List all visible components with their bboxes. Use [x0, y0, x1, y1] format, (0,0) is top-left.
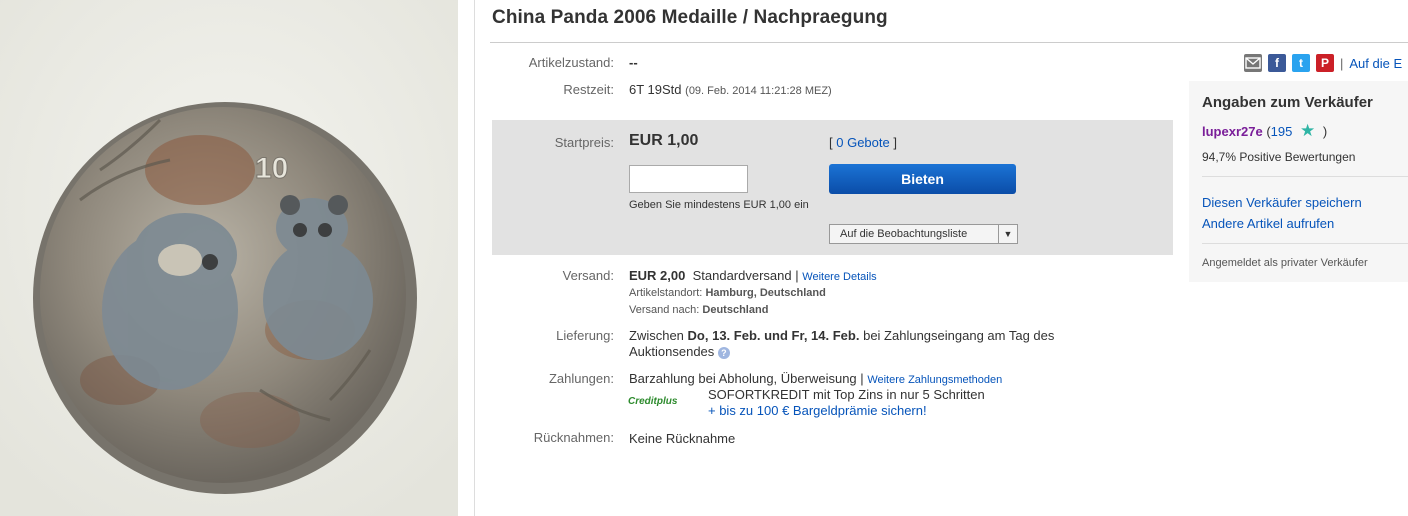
delivery-suffix: bei Zahlungseingang am Tag des [863, 328, 1055, 343]
time-label: Restzeit: [563, 82, 614, 97]
start-price: EUR 1,00 [629, 132, 699, 149]
share-bar: f t P | Auf die E [1244, 54, 1402, 72]
product-image[interactable]: 10 [0, 0, 458, 516]
delivery-prefix: Zwischen [629, 328, 684, 343]
time-end: (09. Feb. 2014 11:21:28 MEZ) [685, 85, 832, 97]
delivery-estimate: Zwischen Do, 13. Feb. und Fr, 14. Feb. b… [629, 328, 1149, 360]
email-icon[interactable] [1244, 54, 1262, 72]
watchlist-button[interactable]: Auf die Beobachtungsliste ▼ [829, 224, 1018, 244]
other-items-link[interactable]: Andere Artikel aufrufen [1202, 216, 1334, 231]
page-title: China Panda 2006 Medaille / Nachpraegung [492, 7, 888, 28]
time-left: 6T 19Std (09. Feb. 2014 11:21:28 MEZ) [629, 82, 832, 97]
save-seller-link[interactable]: Diesen Verkäufer speichern [1202, 195, 1362, 210]
seller-positive: 94,7% Positive Bewertungen [1202, 150, 1356, 164]
watchlist-label: Auf die Beobachtungsliste [840, 228, 968, 240]
ships-to: Versand nach: Deutschland [629, 304, 768, 316]
seller-info: lupexr27e (195 ★ ) [1202, 121, 1327, 141]
shipping-separator: | [795, 268, 799, 283]
bid-button[interactable]: Bieten [829, 164, 1016, 194]
credit-offer[interactable]: SOFORTKREDIT mit Top Zins in nur 5 Schri… [708, 387, 985, 419]
payment-methods: Barzahlung bei Abholung, Überweisung [629, 371, 857, 386]
shipping-details-link[interactable]: Weitere Details [802, 271, 876, 283]
item-location-label: Artikelstandort: [629, 287, 703, 299]
seller-divider-1 [1202, 176, 1408, 177]
payment-line: Barzahlung bei Abholung, Überweisung | W… [629, 371, 1002, 386]
help-icon[interactable]: ? [717, 346, 730, 359]
start-price-label: Startpreis: [554, 135, 614, 150]
credit-line1: SOFORTKREDIT mit Top Zins in nur 5 Schri… [708, 387, 985, 402]
seller-divider-2 [1202, 243, 1408, 244]
bid-count: [ 0 Gebote ] [829, 135, 897, 150]
condition-value: -- [629, 55, 638, 70]
item-location-value: Hamburg, Deutschland [705, 287, 826, 299]
title-divider [490, 42, 1408, 43]
star-icon[interactable]: ★ [1300, 121, 1315, 140]
watch-link[interactable]: Auf die E [1349, 56, 1402, 71]
shipping-label: Versand: [562, 268, 614, 283]
returns-label: Rücknahmen: [533, 430, 614, 445]
shipping-method: Standardversand [692, 268, 792, 283]
seller-heading: Angaben zum Verkäufer [1202, 94, 1373, 111]
coin-denomination: 10 [255, 152, 288, 185]
delivery-line2: Auktionsendes [629, 344, 715, 359]
share-separator: | [1340, 55, 1344, 71]
ships-to-value: Deutschland [702, 304, 769, 316]
bid-hint: Geben Sie mindestens EUR 1,00 ein [629, 199, 809, 211]
more-payment-link[interactable]: Weitere Zahlungsmethoden [867, 374, 1002, 386]
shipping-line: EUR 2,00 Standardversand | Weitere Detai… [629, 268, 877, 283]
creditplus-logo[interactable]: Creditplus [628, 396, 677, 407]
seller-name[interactable]: lupexr27e [1202, 124, 1263, 139]
seller-type: Angemeldet als privater Verkäufer [1202, 257, 1368, 269]
shipping-price: EUR 2,00 [629, 268, 686, 283]
delivery-dates: Do, 13. Feb. und Fr, 14. Feb. [687, 328, 860, 343]
bid-count-close: ] [893, 135, 897, 150]
image-divider [474, 0, 475, 516]
pinterest-icon[interactable]: P [1316, 54, 1334, 72]
payment-label: Zahlungen: [548, 371, 614, 386]
time-value: 6T 19Std [629, 82, 682, 97]
seller-panel: Angaben zum Verkäufer lupexr27e (195 ★ )… [1189, 81, 1408, 282]
coin-illustration: 10 [0, 0, 458, 516]
seller-score-close: ) [1322, 124, 1328, 139]
bid-count-open: [ [829, 135, 833, 150]
payment-separator: | [860, 371, 864, 386]
delivery-label: Lieferung: [556, 328, 614, 343]
returns-value: Keine Rücknahme [629, 431, 736, 446]
item-location: Artikelstandort: Hamburg, Deutschland [629, 287, 826, 299]
credit-line2[interactable]: + bis zu 100 € Bargeldprämie sichern! [708, 403, 927, 418]
facebook-icon[interactable]: f [1268, 54, 1286, 72]
twitter-icon[interactable]: t [1292, 54, 1310, 72]
bid-amount-input[interactable] [629, 165, 748, 193]
ships-to-label: Versand nach: [629, 304, 700, 316]
chevron-down-icon[interactable]: ▼ [998, 225, 1017, 243]
bid-count-link[interactable]: 0 Gebote [836, 135, 890, 150]
condition-label: Artikelzustand: [528, 55, 614, 70]
seller-score[interactable]: 195 [1271, 124, 1293, 139]
